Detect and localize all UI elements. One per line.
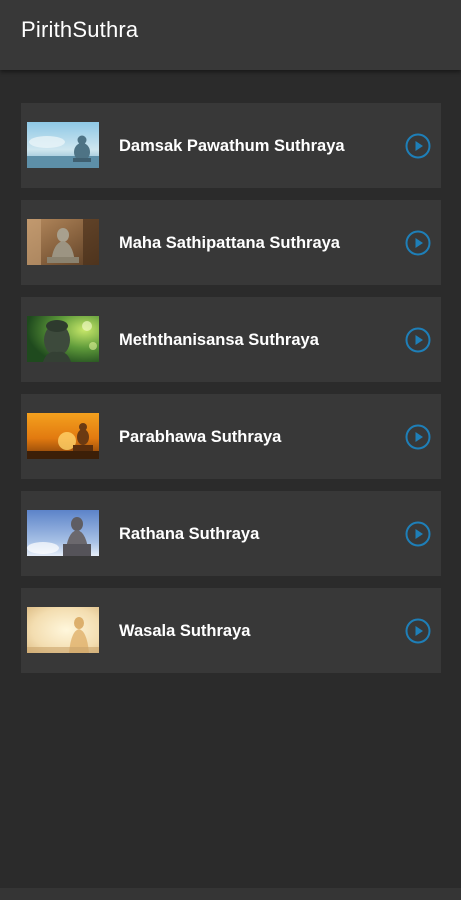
suthra-title: Wasala Suthraya xyxy=(119,622,251,640)
bottom-edge-bar xyxy=(0,888,461,900)
play-circle-icon[interactable] xyxy=(405,327,431,353)
suthra-list: Damsak Pawathum Suthraya Maha Sathipatta… xyxy=(21,103,441,685)
suthra-item-maha-sathipattana[interactable]: Maha Sathipattana Suthraya xyxy=(21,200,441,285)
buddha-statue-sky-thumbnail xyxy=(27,122,99,168)
buddha-golden-light-thumbnail xyxy=(27,607,99,653)
suthra-item-wasala[interactable]: Wasala Suthraya xyxy=(21,588,441,673)
buddha-sunset-thumbnail xyxy=(27,413,99,459)
suthra-item-rathana[interactable]: Rathana Suthraya xyxy=(21,491,441,576)
suthra-title: Maha Sathipattana Suthraya xyxy=(119,234,340,252)
app-title: PirithSuthra xyxy=(21,17,139,42)
buddha-rock-carving-thumbnail xyxy=(27,219,99,265)
play-circle-icon[interactable] xyxy=(405,521,431,547)
suthra-item-parabhawa[interactable]: Parabhawa Suthraya xyxy=(21,394,441,479)
play-circle-icon[interactable] xyxy=(405,618,431,644)
suthra-title: Meththanisansa Suthraya xyxy=(119,331,319,349)
play-circle-icon[interactable] xyxy=(405,424,431,450)
buddha-statue-blue-sky-thumbnail xyxy=(27,510,99,556)
suthra-title: Damsak Pawathum Suthraya xyxy=(119,137,345,155)
suthra-item-meththanisansa[interactable]: Meththanisansa Suthraya xyxy=(21,297,441,382)
suthra-item-damsak-pawathum[interactable]: Damsak Pawathum Suthraya xyxy=(21,103,441,188)
suthra-title: Parabhawa Suthraya xyxy=(119,428,282,446)
play-circle-icon[interactable] xyxy=(405,230,431,256)
play-circle-icon[interactable] xyxy=(405,133,431,159)
app-bar: PirithSuthra xyxy=(0,0,461,70)
suthra-title: Rathana Suthraya xyxy=(119,525,260,543)
buddha-face-green-thumbnail xyxy=(27,316,99,362)
